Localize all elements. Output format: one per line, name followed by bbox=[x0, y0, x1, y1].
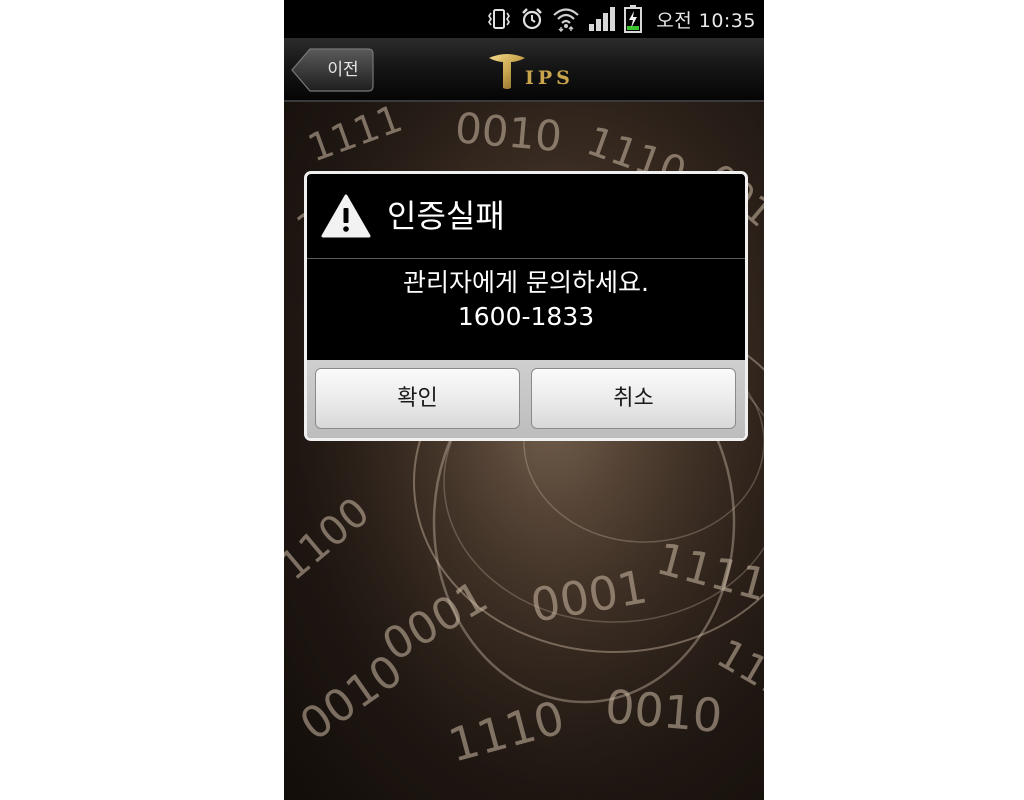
auth-failed-dialog: 인증실패 관리자에게 문의하세요. 1600-1833 확인 취소 bbox=[304, 171, 748, 441]
cancel-button[interactable]: 취소 bbox=[531, 368, 736, 429]
dialog-message-phone: 1600-1833 bbox=[457, 302, 595, 331]
tips-logo-text: IPS bbox=[525, 67, 574, 89]
vibrate-icon bbox=[486, 8, 512, 30]
dialog-header: 인증실패 bbox=[307, 174, 745, 259]
alarm-icon bbox=[520, 7, 544, 31]
status-bar: 오전 10:35 bbox=[284, 0, 764, 38]
battery-charging-icon bbox=[624, 5, 643, 33]
signal-icon bbox=[588, 6, 616, 32]
binary-digits-decoration: 0010 bbox=[453, 103, 564, 161]
dialog-message: 관리자에게 문의하세요. 1600-1833 bbox=[307, 266, 745, 334]
tips-logo: IPS bbox=[487, 52, 574, 92]
wifi-icon bbox=[552, 6, 580, 32]
dialog-message-line1: 관리자에게 문의하세요. bbox=[403, 268, 649, 297]
binary-digits-decoration: 0010 bbox=[603, 679, 724, 743]
back-button-label: 이전 bbox=[327, 60, 359, 80]
status-time: 오전 10:35 bbox=[656, 9, 756, 32]
confirm-button[interactable]: 확인 bbox=[315, 368, 520, 429]
phone-screen: 오전 10:35 이전 IPS 1111 0010 1110 1100 0001… bbox=[284, 0, 764, 800]
dialog-title: 인증실패 bbox=[387, 197, 505, 235]
dialog-button-bar: 확인 취소 bbox=[307, 360, 745, 438]
tips-logo-t-mark bbox=[489, 54, 525, 89]
title-bar: 이전 IPS bbox=[284, 38, 764, 102]
back-button[interactable]: 이전 bbox=[290, 47, 374, 93]
warning-icon bbox=[321, 194, 371, 238]
